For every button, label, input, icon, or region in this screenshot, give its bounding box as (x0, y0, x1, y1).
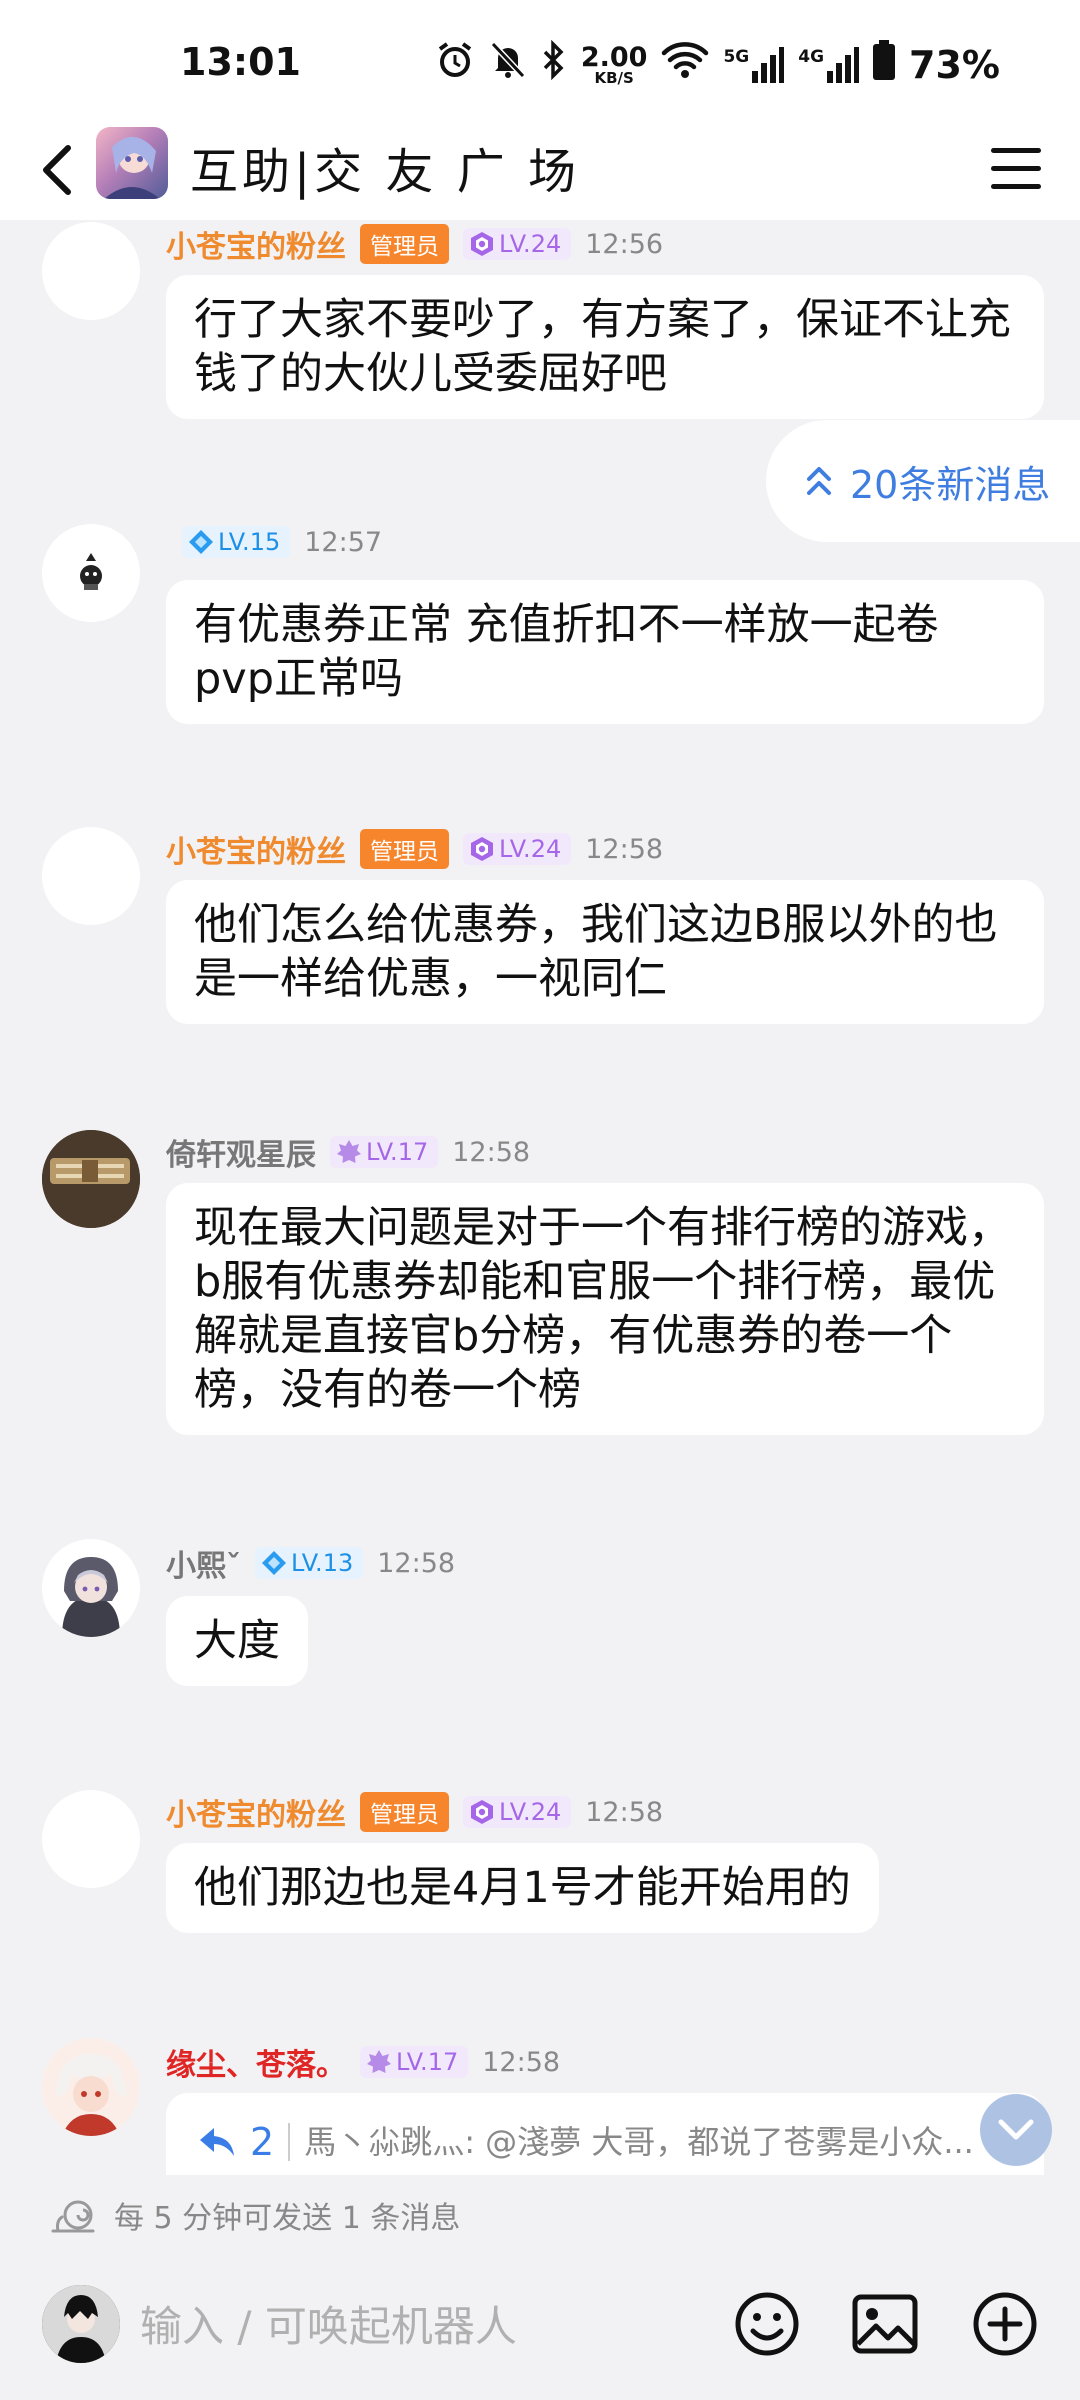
message-bubble[interactable]: 有优惠券正常 充值折扣不一样放一起卷pvp正常吗 (166, 580, 1044, 724)
reply-quote[interactable]: 2 馬丶尛跳灬: @淺夢 大哥，都说了苍雾是小众... (198, 2115, 1012, 2169)
image-icon (852, 2294, 918, 2354)
message-bubble[interactable]: 现在最大问题是对于一个有排行榜的游戏，b服有优惠券却能和官服一个排行榜，最优解就… (166, 1183, 1044, 1435)
level-gem-icon (471, 232, 493, 256)
avatar[interactable] (42, 222, 140, 320)
status-icons: 2.00 KB/S 5G 4G 73% (435, 39, 1000, 89)
add-button[interactable] (966, 2285, 1044, 2363)
back-button[interactable] (22, 134, 94, 206)
chevron-left-icon (43, 145, 71, 195)
message-meta: 倚轩观星辰 LV.17 12:58 (166, 1130, 530, 1174)
avatar[interactable] (42, 524, 140, 622)
level-badge: LV.24 (463, 228, 572, 260)
message-time: 12:58 (585, 833, 664, 865)
menu-button[interactable] (980, 132, 1052, 204)
battery-icon (873, 40, 896, 89)
level-badge: LV.24 (463, 833, 572, 865)
message-input[interactable]: 输入 / 可唤起机器人 (140, 2283, 660, 2363)
snail-icon (51, 2200, 95, 2233)
reply-preview: 馬丶尛跳灬: @淺夢 大哥，都说了苍雾是小众... (304, 2123, 974, 2161)
level-gem-icon (337, 1140, 361, 1163)
chevron-down-icon (998, 2119, 1034, 2140)
level-badge: LV.15 (182, 526, 291, 558)
bluetooth-icon (541, 39, 567, 89)
signal-4g-icon: 4G (798, 46, 860, 83)
message-bubble[interactable]: 行了大家不要吵了，有方案了，保证不让充钱了的大伙儿受委屈好吧 (166, 275, 1044, 419)
admin-badge: 管理员 (360, 224, 449, 264)
message-time: 12:58 (452, 1136, 531, 1168)
level-badge: LV.17 (360, 2046, 469, 2078)
group-title: 互助|交 友 广 场 (190, 144, 580, 200)
menu-icon-line (991, 165, 1041, 171)
menu-icon-line (991, 147, 1041, 153)
avatar[interactable] (42, 827, 140, 925)
signal-5g-icon: 5G (723, 46, 785, 83)
sender-name[interactable]: 小熙ˇ (166, 1541, 241, 1585)
new-messages-label: 20条新消息 (850, 462, 1051, 507)
input-bar: 输入 / 可唤起机器人 (0, 2255, 1080, 2400)
reply-bubble[interactable]: 2 馬丶尛跳灬: @淺夢 大哥，都说了苍雾是小众... (166, 2093, 1044, 2175)
plus-circle-icon (973, 2292, 1037, 2356)
level-gem-icon (471, 837, 493, 861)
message-list[interactable]: 小苍宝的粉丝 管理员 LV.24 12:56 行了大家不要吵了，有方案了，保证不… (0, 220, 1080, 2175)
mute-icon (489, 40, 527, 89)
message-meta: 小苍宝的粉丝 管理员 LV.24 12:58 (166, 827, 663, 871)
sender-name[interactable]: 缘尘、苍落。 (166, 2040, 346, 2084)
chat-header: 互助|交 友 广 场 (0, 120, 1080, 220)
new-messages-button[interactable]: 20条新消息 (766, 420, 1080, 542)
status-time: 13:01 (180, 40, 301, 84)
group-avatar[interactable] (96, 127, 168, 199)
battery-percent: 73% (909, 42, 1000, 87)
rate-limit-text: 每 5 分钟可发送 1 条消息 (114, 2201, 461, 2236)
message-meta: 小熙ˇ LV.13 12:58 (166, 1541, 455, 1585)
message-time: 12:58 (482, 2046, 561, 2078)
message-meta: 小苍宝的粉丝 管理员 LV.24 12:58 (166, 1790, 663, 1834)
level-badge: LV.13 (255, 1547, 364, 1579)
double-chevron-up-icon (807, 467, 831, 495)
level-gem-icon (367, 2050, 391, 2073)
status-bar: 13:01 2.00 KB/S 5G 4G 73% (0, 0, 1080, 120)
avatar[interactable] (42, 2038, 140, 2136)
message-bubble[interactable]: 他们怎么给优惠券，我们这边B服以外的也是一样给优惠，一视同仁 (166, 880, 1044, 1024)
sender-name[interactable]: 倚轩观星辰 (166, 1130, 316, 1174)
message-meta: 缘尘、苍落。 LV.17 12:58 (166, 2040, 560, 2084)
sender-name[interactable]: 小苍宝的粉丝 (166, 222, 346, 266)
avatar[interactable] (42, 1539, 140, 1637)
reply-count: 2 (250, 2120, 275, 2164)
avatar[interactable] (42, 1790, 140, 1888)
menu-icon-line (991, 183, 1041, 189)
level-gem-icon (262, 1551, 286, 1575)
net-speed: 2.00 KB/S (580, 41, 648, 87)
rate-limit-notice: 每 5 分钟可发送 1 条消息 (0, 2175, 1080, 2255)
message-bubble[interactable]: 他们那边也是4月1号才能开始用的 (166, 1843, 879, 1933)
message-time: 12:56 (585, 228, 664, 260)
level-badge: LV.17 (330, 1136, 439, 1168)
sender-name[interactable]: 小苍宝的粉丝 (166, 827, 346, 871)
alarm-icon (435, 40, 475, 89)
message-meta: LV.15 12:57 (182, 526, 382, 558)
message-meta: 小苍宝的粉丝 管理员 LV.24 12:56 (166, 222, 663, 266)
emoji-icon (735, 2292, 799, 2356)
sender-name[interactable]: 小苍宝的粉丝 (166, 1790, 346, 1834)
message-time: 12:58 (377, 1547, 456, 1579)
message-time: 12:58 (585, 1796, 664, 1828)
scroll-to-bottom-button[interactable] (980, 2094, 1052, 2166)
emoji-button[interactable] (728, 2285, 806, 2363)
wifi-icon (661, 41, 709, 88)
level-badge: LV.24 (463, 1796, 572, 1828)
admin-badge: 管理员 (360, 1792, 449, 1832)
my-avatar[interactable] (42, 2285, 120, 2363)
image-button[interactable] (846, 2285, 924, 2363)
divider (288, 2123, 291, 2161)
admin-badge: 管理员 (360, 829, 449, 869)
message-bubble[interactable]: 大度 (166, 1596, 308, 1686)
level-gem-icon (189, 530, 213, 554)
avatar[interactable] (42, 1130, 140, 1228)
level-gem-icon (471, 1800, 493, 1824)
message-time: 12:57 (304, 526, 383, 558)
reply-arrow-icon (200, 2128, 234, 2156)
